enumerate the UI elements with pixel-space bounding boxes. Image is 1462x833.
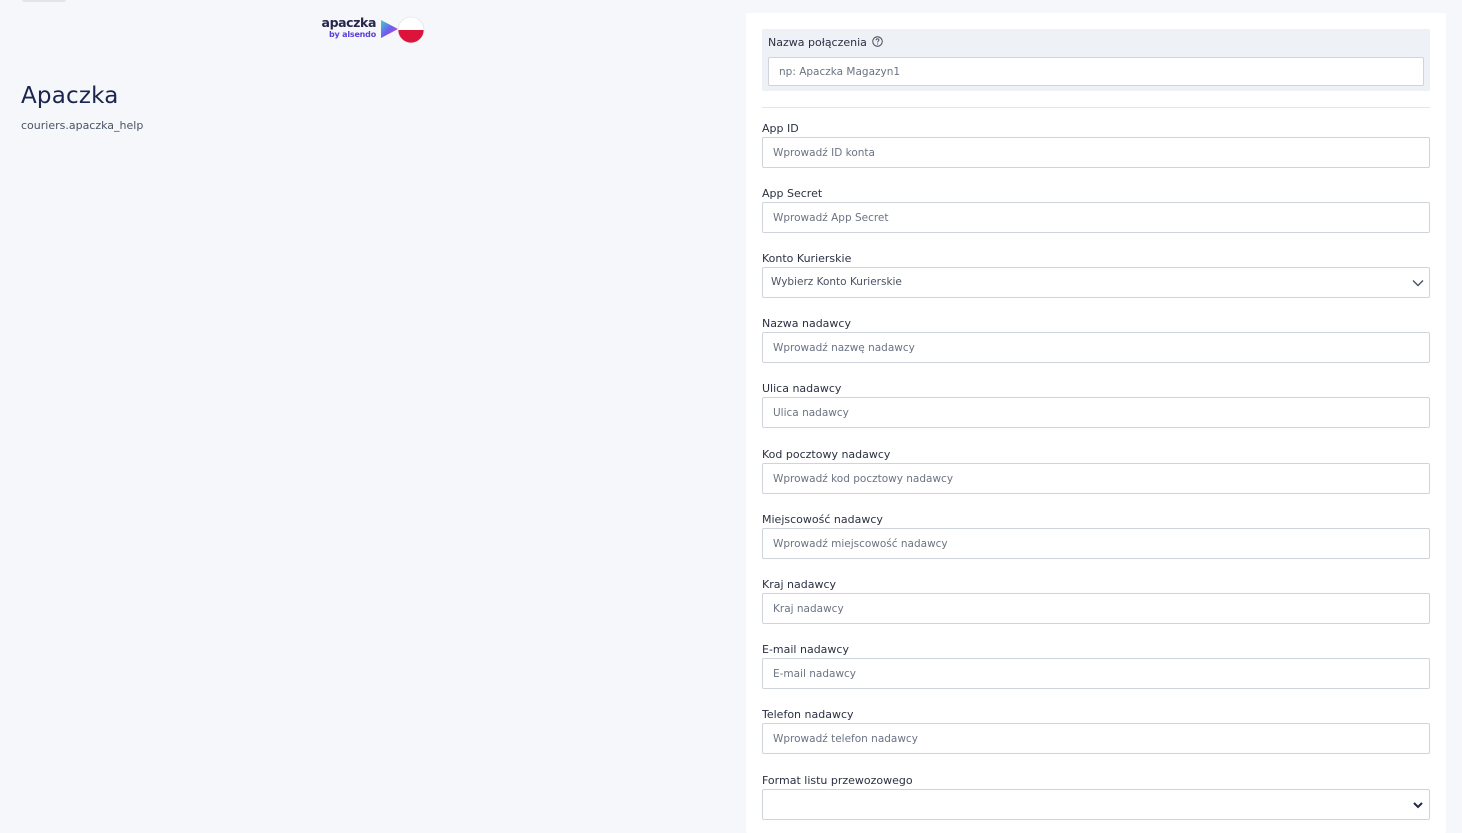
sender-country-label: Kraj nadawcy	[762, 578, 837, 591]
app-id-field: App ID	[762, 122, 1430, 178]
waybill-format-select[interactable]	[762, 789, 1430, 820]
courier-account-select[interactable]: Wybierz Konto Kurierskie	[762, 267, 1430, 298]
connection-name-section: Nazwa połączenia	[762, 29, 1430, 91]
poland-flag-icon	[397, 16, 425, 44]
sender-postcode-input[interactable]	[762, 463, 1430, 494]
app-secret-label: App Secret	[762, 187, 823, 200]
sender-postcode-field: Kod pocztowy nadawcy	[762, 448, 1430, 504]
sender-postcode-label: Kod pocztowy nadawcy	[762, 448, 891, 461]
logo-sub: by alsendo	[329, 30, 376, 39]
courier-account-field: Konto Kurierskie Wybierz Konto Kurierski…	[762, 252, 1430, 308]
sender-phone-field: Telefon nadawcy	[762, 708, 1430, 764]
waybill-format-field: Format listu przewozowego	[762, 774, 1430, 830]
section-divider	[762, 107, 1430, 108]
sender-name-input[interactable]	[762, 332, 1430, 363]
chevron-down-icon	[1412, 280, 1424, 287]
sender-city-input[interactable]	[762, 528, 1430, 559]
app-secret-input[interactable]	[762, 202, 1430, 233]
connection-name-input[interactable]	[768, 57, 1424, 86]
page-title: Apaczka	[21, 83, 119, 109]
app-secret-field: App Secret	[762, 187, 1430, 243]
sender-city-field: Miejscowość nadawcy	[762, 513, 1430, 569]
courier-account-label: Konto Kurierskie	[762, 252, 852, 265]
sender-city-label: Miejscowość nadawcy	[762, 513, 883, 526]
connection-name-input-wrap	[768, 57, 1424, 86]
sender-country-input[interactable]	[762, 593, 1430, 624]
waybill-format-label: Format listu przewozowego	[762, 774, 913, 787]
connection-name-label: Nazwa połączenia	[768, 36, 867, 49]
sender-phone-input[interactable]	[762, 723, 1430, 754]
sender-email-label: E-mail nadawcy	[762, 643, 849, 656]
sender-email-input[interactable]	[762, 658, 1430, 689]
sender-street-label: Ulica nadawcy	[762, 382, 842, 395]
apaczka-logo: apaczka by alsendo	[318, 15, 426, 44]
top-tab-stub	[22, 0, 66, 2]
connection-form-panel: Nazwa połączenia App ID App Secret Konto…	[746, 13, 1446, 833]
sender-name-label: Nazwa nadawcy	[762, 317, 851, 330]
logo-word: apaczka	[321, 15, 377, 30]
app-id-input[interactable]	[762, 137, 1430, 168]
sender-street-input[interactable]	[762, 397, 1430, 428]
sender-phone-label: Telefon nadawcy	[762, 708, 854, 721]
page-subtitle: couriers.apaczka_help	[21, 119, 144, 132]
chevron-down-icon	[1413, 802, 1423, 809]
logo-text: apaczka by alsendo	[318, 15, 377, 40]
sender-name-field: Nazwa nadawcy	[762, 317, 1430, 373]
sender-country-field: Kraj nadawcy	[762, 578, 1430, 634]
question-circle-icon[interactable]	[872, 36, 883, 47]
sender-email-field: E-mail nadawcy	[762, 643, 1430, 699]
courier-account-selected: Wybierz Konto Kurierskie	[771, 276, 902, 288]
app-id-label: App ID	[762, 122, 799, 135]
sender-street-field: Ulica nadawcy	[762, 382, 1430, 438]
